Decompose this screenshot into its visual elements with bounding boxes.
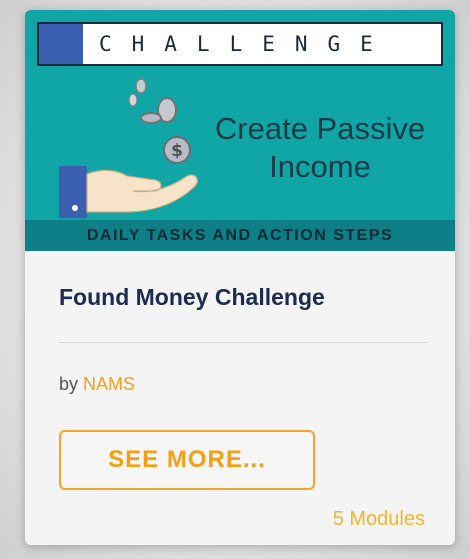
hand-icon (59, 166, 199, 218)
author-link[interactable]: NAMS (83, 374, 135, 394)
author-byline: by NAMS (59, 374, 135, 395)
banner-headline-line-1: Create Passive (214, 111, 426, 146)
banner-subtitle: DAILY TASKS AND ACTION STEPS (25, 220, 455, 251)
coin-dollar-sign: $ (171, 141, 183, 161)
course-title[interactable]: Found Money Challenge (59, 284, 325, 311)
course-card[interactable]: CHALLENGE $ Create Passive Income DAILY … (25, 10, 455, 545)
course-banner-image[interactable]: CHALLENGE $ Create Passive Income DAILY … (25, 10, 455, 251)
banner-headline: Create Passive Income (195, 110, 445, 186)
modules-count: 5 Modules (332, 508, 425, 530)
banner-blue-square (39, 24, 83, 64)
see-more-button[interactable]: SEE MORE... (59, 430, 315, 490)
banner-challenge-bar: CHALLENGE (37, 22, 443, 66)
coins-icon: $ (128, 78, 191, 164)
banner-headline-line-2: Income (269, 149, 371, 184)
banner-challenge-label: CHALLENGE (99, 32, 393, 56)
by-prefix: by (59, 374, 79, 394)
divider (59, 342, 427, 343)
coins-in-hand-icon: $ (59, 78, 199, 218)
